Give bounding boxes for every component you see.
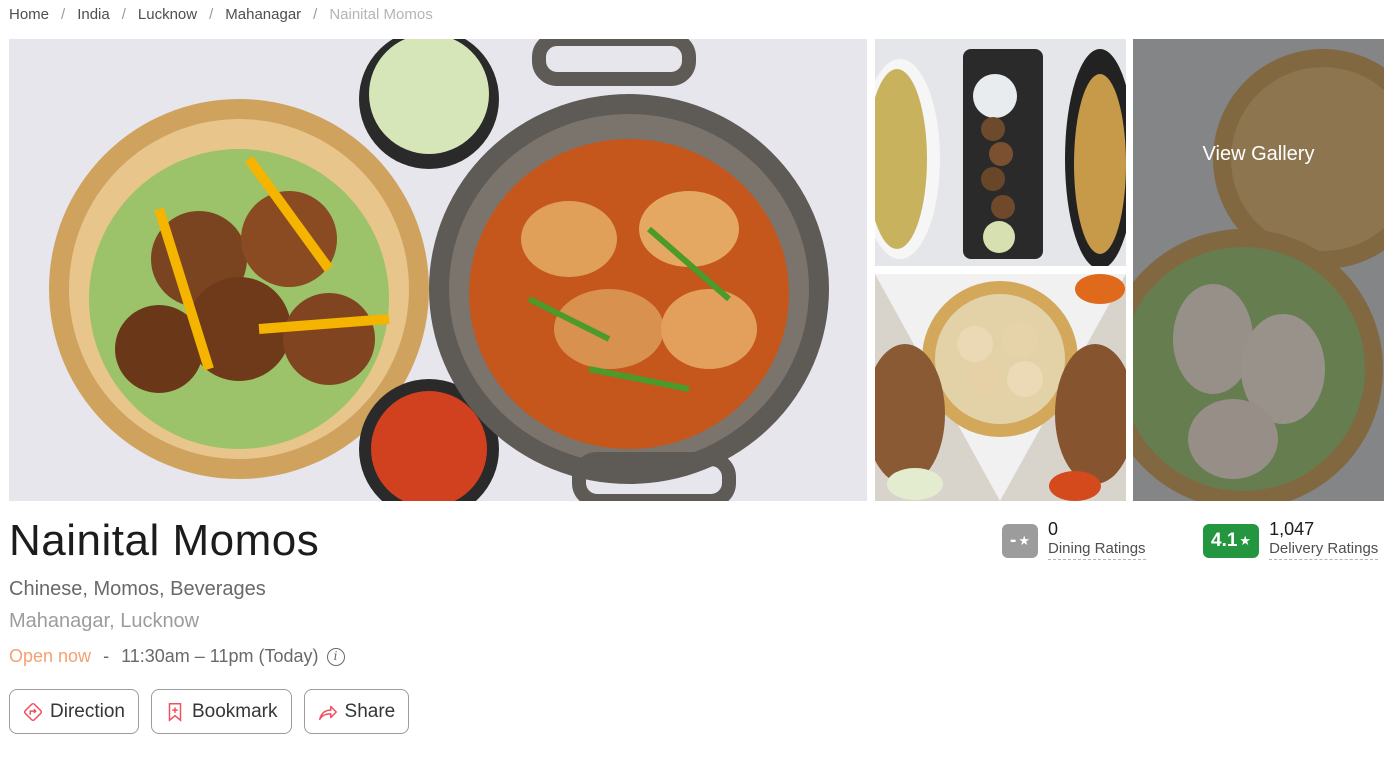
view-gallery-tile[interactable]: View Gallery <box>1133 39 1384 501</box>
gallery-photo-2[interactable] <box>875 39 1126 266</box>
action-buttons: Direction Bookmark Share <box>9 689 421 734</box>
view-gallery-label: View Gallery <box>1202 143 1315 165</box>
direction-button[interactable]: Direction <box>9 689 139 734</box>
dining-rating-count: 0 <box>1047 519 1058 539</box>
restaurant-cuisines: Chinese, Momos, Beverages <box>9 578 266 600</box>
delivery-rating-label[interactable]: Delivery Ratings <box>1269 540 1379 560</box>
dining-rating-label[interactable]: Dining Ratings <box>1047 540 1146 560</box>
opening-hours: 11:30am – 11pm (Today) <box>121 646 319 666</box>
share-label: Share <box>344 700 396 722</box>
share-icon <box>318 705 337 720</box>
breadcrumb-home[interactable]: Home <box>9 6 49 23</box>
breadcrumb-separator: / <box>61 6 66 23</box>
breadcrumb-locality[interactable]: Mahanagar <box>225 6 301 23</box>
breadcrumb-separator: / <box>313 6 318 23</box>
info-icon[interactable]: i <box>326 647 345 666</box>
gallery-photo-main[interactable] <box>9 39 867 501</box>
momo-platter-image <box>875 274 1126 501</box>
delivery-rating[interactable]: 4.1 ★ 1,047 Delivery Ratings <box>1203 518 1379 560</box>
breadcrumb-separator: / <box>209 6 214 23</box>
restaurant-timing: Open now - 11:30am – 11pm (Today) i <box>9 646 345 667</box>
delivery-rating-score: 4.1 <box>1211 530 1238 551</box>
timing-separator: - <box>103 646 110 666</box>
share-button[interactable]: Share <box>303 689 410 734</box>
open-status: Open now <box>9 646 92 666</box>
breadcrumb-current: Nainital Momos <box>329 6 433 23</box>
dining-rating[interactable]: - ★ 0 Dining Ratings <box>1002 518 1146 560</box>
bookmark-icon <box>168 702 182 722</box>
momos-dish-image <box>9 39 867 501</box>
view-gallery-overlay[interactable]: View Gallery <box>1133 39 1384 501</box>
star-icon: ★ <box>1018 533 1030 548</box>
breadcrumb: Home / India / Lucknow / Mahanagar / Nai… <box>9 6 433 23</box>
restaurant-name: Nainital Momos <box>9 516 320 565</box>
breadcrumb-city[interactable]: Lucknow <box>138 6 197 23</box>
breadcrumb-separator: / <box>121 6 126 23</box>
gallery-photo-3[interactable] <box>875 274 1126 501</box>
delivery-rating-badge: 4.1 ★ <box>1203 524 1260 558</box>
rice-noodles-image <box>875 39 1126 266</box>
direction-icon <box>23 702 43 721</box>
delivery-rating-count: 1,047 <box>1269 519 1315 539</box>
bookmark-label: Bookmark <box>191 700 278 722</box>
star-icon: ★ <box>1239 533 1252 548</box>
direction-label: Direction <box>50 700 125 722</box>
dining-rating-badge: - ★ <box>1002 524 1038 558</box>
bookmark-button[interactable]: Bookmark <box>150 689 292 734</box>
dining-rating-score: - <box>1010 530 1017 551</box>
breadcrumb-country[interactable]: India <box>77 6 110 23</box>
restaurant-locality: Mahanagar, Lucknow <box>9 610 200 632</box>
